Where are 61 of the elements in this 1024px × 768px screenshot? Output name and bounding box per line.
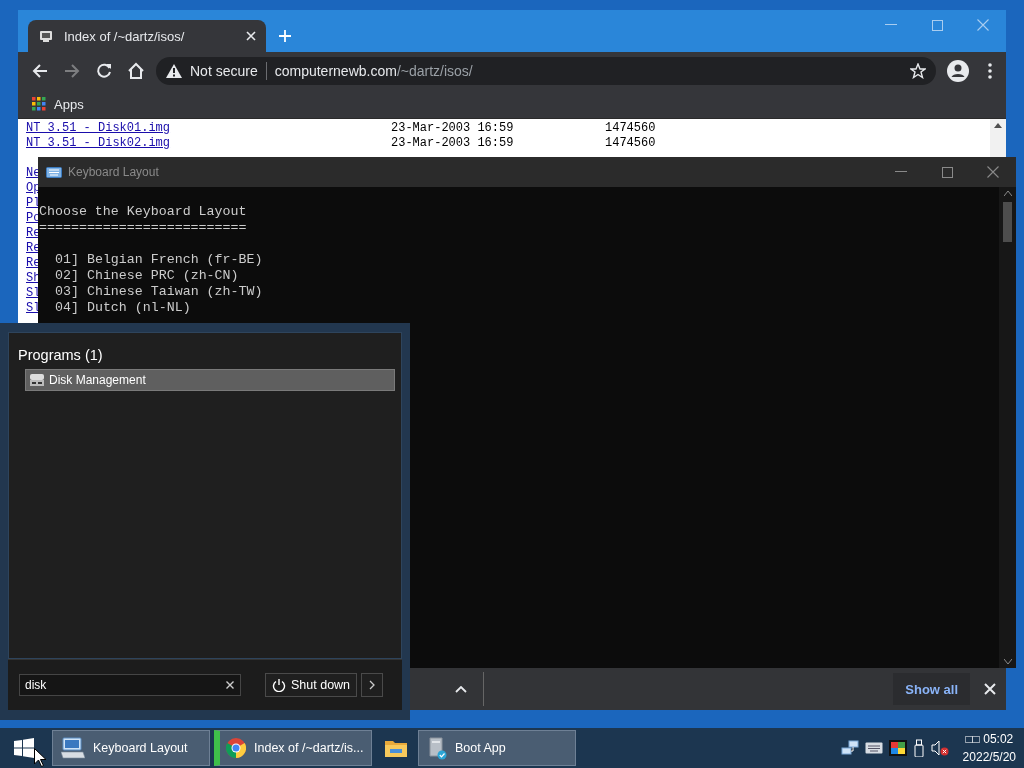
window-title: Keyboard Layout	[68, 165, 159, 179]
file-size: 1474560	[605, 121, 656, 136]
options-button[interactable]	[361, 673, 384, 697]
shut-down-button[interactable]: Shut down	[265, 673, 358, 697]
taskbar-button[interactable]: Keyboard Layout	[52, 730, 210, 766]
profile-icon[interactable]	[947, 60, 969, 82]
clock-date[interactable]: 2022/5/20	[962, 748, 1016, 766]
keyboard-icon[interactable]	[864, 742, 883, 754]
section-heading: Programs (1)	[17, 346, 104, 365]
url-text: computernewb.com/~dartz/isos/	[274, 63, 474, 79]
clock-time[interactable]: □□ 05:02	[965, 730, 1014, 748]
caret-up-icon[interactable]	[455, 685, 467, 693]
apps-grid-icon	[32, 97, 46, 111]
keyboard-icon	[46, 166, 62, 178]
taskbar-button[interactable]: Index of /~dartz/is...	[214, 730, 372, 766]
color-display-icon[interactable]	[888, 740, 907, 756]
security-label: Not secure	[190, 63, 258, 79]
new-tab-icon[interactable]	[278, 29, 292, 43]
chrome-icon	[226, 738, 246, 758]
file-date: 23-Mar-2003 16:59	[391, 121, 514, 136]
computer-keyboard-icon	[61, 737, 85, 759]
drive-icon	[29, 373, 45, 387]
clear-icon[interactable]	[226, 681, 234, 689]
windows-logo-icon[interactable]	[14, 738, 34, 758]
console-text: 02] Chinese PRC (zh-CN)	[55, 268, 240, 284]
file-size: 1474560	[605, 136, 656, 151]
scroll-thumb[interactable]	[1003, 202, 1012, 242]
usb-drive-icon[interactable]	[912, 739, 925, 757]
warning-icon	[166, 64, 182, 78]
menu-icon[interactable]	[988, 63, 992, 79]
file-link[interactable]: NT 3.51 - Disk02.img	[26, 136, 171, 151]
console-text: 03] Chinese Taiwan (zh-TW)	[55, 284, 264, 300]
browser-tab[interactable]: Index of /~dartz/isos/	[28, 20, 266, 52]
scroll-down-icon[interactable]	[1003, 659, 1012, 664]
mouse-cursor-icon	[34, 748, 46, 767]
speaker-muted-icon[interactable]	[930, 740, 949, 756]
console-text: 01] Belgian French (fr-BE)	[55, 252, 264, 268]
network-icon[interactable]	[840, 740, 859, 756]
maximize-icon[interactable]	[941, 166, 953, 178]
scroll-up-icon[interactable]	[1003, 191, 1012, 196]
address-bar[interactable]: Not secure computernewb.com/~dartz/isos/	[156, 57, 936, 85]
scroll-up-icon[interactable]	[994, 123, 1002, 128]
console-text: 04] Dutch (nl-NL)	[55, 300, 192, 316]
power-icon	[272, 678, 286, 692]
chevron-right-icon	[369, 680, 376, 690]
drive-icon	[427, 736, 447, 760]
search-field[interactable]: disk	[19, 674, 241, 696]
console-text: ==========================	[39, 220, 248, 236]
reload-icon[interactable]	[95, 62, 113, 80]
home-icon[interactable]	[127, 62, 145, 80]
taskbar-button[interactable]: Boot App	[418, 730, 576, 766]
folder-icon[interactable]	[385, 739, 407, 757]
console-text: Choose the Keyboard Layout	[39, 204, 248, 220]
minimize-icon[interactable]	[895, 171, 907, 173]
program-result[interactable]: Disk Management	[25, 369, 395, 391]
star-icon[interactable]	[910, 63, 926, 79]
file-link[interactable]: NT 3.51 - Disk01.img	[26, 121, 171, 136]
bookmark[interactable]: Apps	[32, 96, 84, 112]
file-date: 23-Mar-2003 16:59	[391, 136, 514, 151]
show-all-button[interactable]: Show all	[893, 673, 970, 705]
back-icon[interactable]	[31, 62, 49, 80]
